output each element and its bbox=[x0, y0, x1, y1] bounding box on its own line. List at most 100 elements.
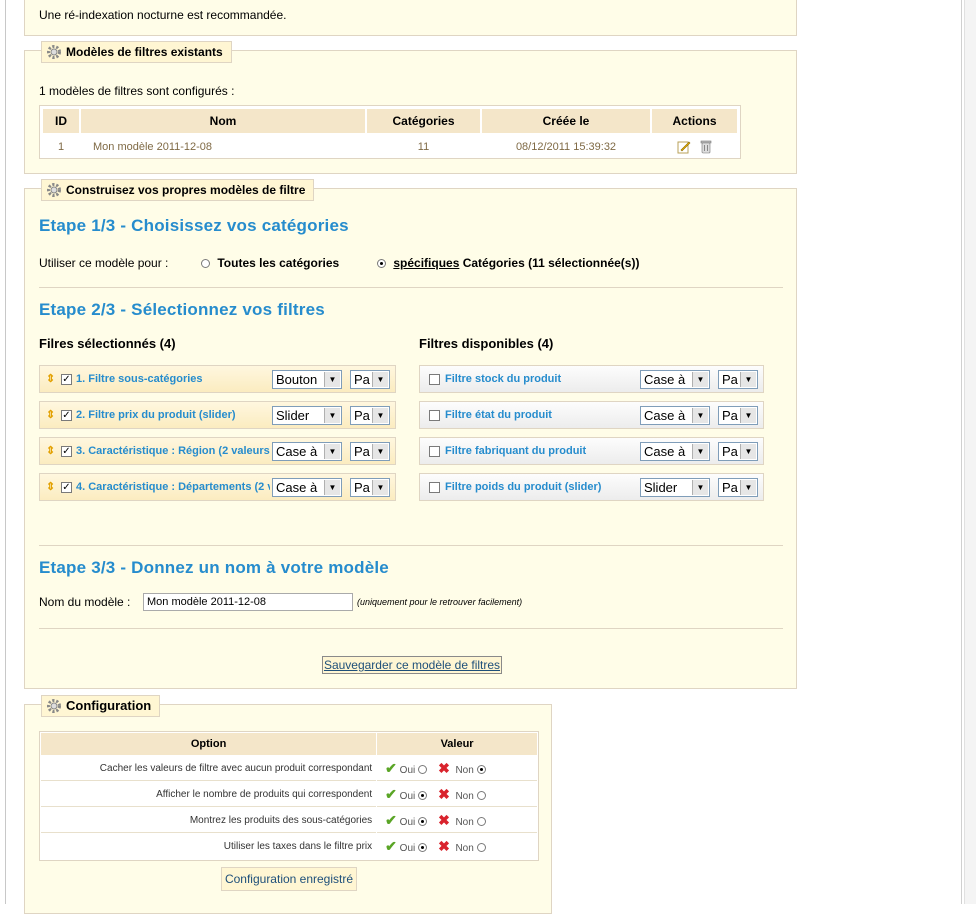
radio-yes[interactable] bbox=[418, 843, 428, 853]
edit-icon[interactable] bbox=[677, 140, 691, 154]
selected-filter-row[interactable]: ⇕ ✓ 4. Caractéristique : Départements (2… bbox=[39, 473, 396, 501]
filter-checkbox[interactable]: ✓ bbox=[61, 374, 72, 385]
config-option-label: Montrez les produits des sous-catégories bbox=[41, 808, 377, 833]
templates-table: ID Nom Catégories Créée le Actions 1 Mon… bbox=[41, 107, 739, 161]
filter-type-select[interactable]: Case à ▼ bbox=[640, 370, 710, 389]
use-template-label: Utiliser ce modèle pour : bbox=[39, 256, 169, 270]
radio-no[interactable] bbox=[476, 791, 486, 801]
filter-mode-value: Pa bbox=[722, 408, 738, 423]
available-filter-row[interactable]: Filtre état du produit Case à ▼ Pa ▼ bbox=[419, 401, 764, 429]
chevron-down-icon[interactable]: ▼ bbox=[372, 408, 388, 423]
chevron-down-icon[interactable]: ▼ bbox=[692, 408, 708, 423]
radio-no[interactable] bbox=[476, 817, 486, 827]
drag-handle-icon[interactable]: ⇕ bbox=[46, 444, 55, 457]
templates-count-text: 1 modèles de filtres sont configurés : bbox=[39, 84, 235, 98]
filter-label: Filtre état du produit bbox=[445, 409, 552, 421]
chevron-down-icon[interactable]: ▼ bbox=[740, 408, 756, 423]
chevron-down-icon[interactable]: ▼ bbox=[372, 444, 388, 459]
filter-type-select[interactable]: Case à ▼ bbox=[640, 406, 710, 425]
radio-no[interactable] bbox=[476, 765, 486, 775]
filter-mode-select[interactable]: Pa ▼ bbox=[350, 370, 390, 389]
available-filter-row[interactable]: Filtre stock du produit Case à ▼ Pa ▼ bbox=[419, 365, 764, 393]
filter-checkbox[interactable]: ✓ bbox=[61, 482, 72, 493]
filter-mode-select[interactable]: Pa ▼ bbox=[718, 478, 758, 497]
chevron-down-icon[interactable]: ▼ bbox=[324, 480, 340, 495]
filter-mode-select[interactable]: Pa ▼ bbox=[718, 370, 758, 389]
selected-filter-row[interactable]: ⇕ ✓ 3. Caractéristique : Région (2 valeu… bbox=[39, 437, 396, 465]
page-edge-right bbox=[961, 0, 962, 904]
filter-checkbox[interactable]: ✓ bbox=[61, 446, 72, 457]
row-categories: 11 bbox=[417, 141, 430, 153]
filter-mode-value: Pa bbox=[722, 480, 738, 495]
filter-mode-value: Pa bbox=[354, 480, 370, 495]
radio-specific-categories-control[interactable] bbox=[377, 259, 386, 269]
cross-icon: ✖ bbox=[438, 785, 450, 802]
configuration-legend: Configuration bbox=[41, 695, 161, 717]
drag-handle-icon[interactable]: ⇕ bbox=[46, 372, 55, 385]
chevron-down-icon[interactable]: ▼ bbox=[692, 444, 708, 459]
chevron-down-icon[interactable]: ▼ bbox=[324, 444, 340, 459]
configuration-saved-button[interactable]: Configuration enregistré bbox=[221, 867, 357, 891]
existing-templates-legend: Modèles de filtres existants bbox=[41, 41, 232, 63]
template-name-hint: (uniquement pour le retrouver facilement… bbox=[357, 597, 523, 607]
gear-icon bbox=[47, 183, 61, 197]
available-filter-row[interactable]: Filtre fabriquant du produit Case à ▼ Pa ▼ bbox=[419, 437, 764, 465]
window-scrollbar-track[interactable] bbox=[964, 0, 976, 904]
radio-all-categories-control[interactable] bbox=[201, 259, 210, 269]
filter-type-select[interactable]: Bouton ▼ bbox=[272, 370, 342, 389]
chevron-down-icon[interactable]: ▼ bbox=[692, 372, 708, 387]
template-name-input[interactable]: Mon modèle 2011-12-08 bbox=[143, 593, 353, 611]
filter-type-select[interactable]: Case à ▼ bbox=[272, 442, 342, 461]
chevron-down-icon[interactable]: ▼ bbox=[740, 444, 756, 459]
step1-title: Etape 1/3 - Choisissez vos catégories bbox=[39, 216, 349, 235]
cross-icon: ✖ bbox=[438, 759, 450, 776]
config-option-label: Afficher le nombre de produits qui corre… bbox=[41, 782, 377, 807]
radio-all-categories[interactable]: Toutes les catégories bbox=[201, 256, 339, 270]
delete-icon[interactable] bbox=[700, 140, 712, 154]
filter-mode-select[interactable]: Pa ▼ bbox=[350, 478, 390, 497]
chevron-down-icon[interactable]: ▼ bbox=[324, 408, 340, 423]
filter-type-select[interactable]: Slider ▼ bbox=[640, 478, 710, 497]
filter-type-select[interactable]: Case à ▼ bbox=[272, 478, 342, 497]
templates-table-frame: ID Nom Catégories Créée le Actions 1 Mon… bbox=[39, 105, 741, 159]
specific-categories-count: Catégories (11 sélectionnée(s)) bbox=[462, 256, 640, 270]
check-icon: ✔ bbox=[385, 811, 397, 828]
radio-no[interactable] bbox=[476, 843, 486, 853]
radio-specific-categories[interactable]: spécifiques Catégories (11 sélectionnée(… bbox=[377, 256, 639, 270]
chevron-down-icon[interactable]: ▼ bbox=[692, 480, 708, 495]
filter-mode-select[interactable]: Pa ▼ bbox=[350, 442, 390, 461]
radio-yes[interactable] bbox=[418, 765, 428, 775]
option-no-label: Non bbox=[455, 764, 474, 776]
chevron-down-icon[interactable]: ▼ bbox=[740, 480, 756, 495]
col-name: Nom bbox=[81, 109, 365, 133]
filter-mode-value: Pa bbox=[354, 408, 370, 423]
filter-type-select[interactable]: Slider ▼ bbox=[272, 406, 342, 425]
chevron-down-icon[interactable]: ▼ bbox=[372, 372, 388, 387]
check-icon: ✔ bbox=[385, 837, 397, 854]
filter-checkbox[interactable]: ✓ bbox=[61, 410, 72, 421]
chevron-down-icon[interactable]: ▼ bbox=[372, 480, 388, 495]
config-value: ✔ Oui ✖ Non bbox=[377, 756, 537, 781]
col-id: ID bbox=[43, 109, 79, 133]
filter-checkbox[interactable] bbox=[429, 446, 440, 457]
filter-label: 2. Filtre prix du produit (slider) bbox=[76, 409, 236, 421]
filter-type-select[interactable]: Case à ▼ bbox=[640, 442, 710, 461]
filter-mode-select[interactable]: Pa ▼ bbox=[718, 442, 758, 461]
filter-mode-select[interactable]: Pa ▼ bbox=[718, 406, 758, 425]
selected-filter-row[interactable]: ⇕ ✓ 1. Filtre sous-catégories Bouton ▼ Pa… bbox=[39, 365, 396, 393]
selected-filter-row[interactable]: ⇕ ✓ 2. Filtre prix du produit (slider) S… bbox=[39, 401, 396, 429]
chevron-down-icon[interactable]: ▼ bbox=[324, 372, 340, 387]
filter-mode-select[interactable]: Pa ▼ bbox=[350, 406, 390, 425]
filter-checkbox[interactable] bbox=[429, 374, 440, 385]
available-filter-row[interactable]: Filtre poids du produit (slider) Slider ▼… bbox=[419, 473, 764, 501]
drag-handle-icon[interactable]: ⇕ bbox=[46, 408, 55, 421]
radio-yes[interactable] bbox=[418, 791, 428, 801]
save-template-button[interactable]: Sauvegarder ce modèle de filtres bbox=[322, 656, 502, 674]
drag-handle-icon[interactable]: ⇕ bbox=[46, 480, 55, 493]
chevron-down-icon[interactable]: ▼ bbox=[740, 372, 756, 387]
radio-yes[interactable] bbox=[418, 817, 428, 827]
existing-templates-title: Modèles de filtres existants bbox=[66, 45, 223, 59]
specific-categories-link[interactable]: spécifiques bbox=[393, 256, 459, 270]
filter-checkbox[interactable] bbox=[429, 410, 440, 421]
filter-checkbox[interactable] bbox=[429, 482, 440, 493]
